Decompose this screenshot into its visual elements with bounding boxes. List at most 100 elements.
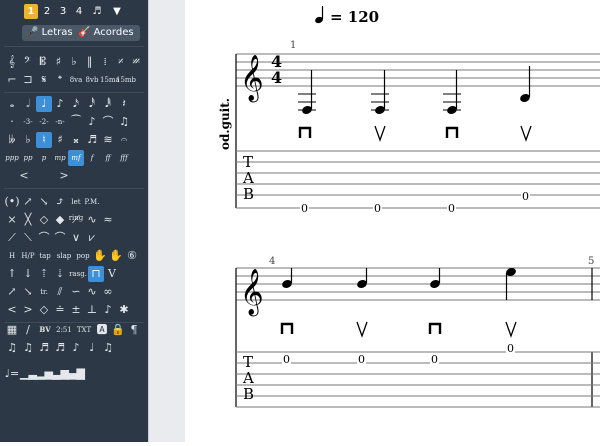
lock-icon[interactable]: 🔒 xyxy=(110,322,126,338)
pull-icon[interactable]: H/P xyxy=(20,248,36,264)
note[interactable] xyxy=(429,268,441,289)
treble-clef-icon[interactable]: 𝄞 xyxy=(4,54,20,70)
arpeggio-up-icon[interactable]: ⇡ xyxy=(36,266,52,282)
left-hand-icon[interactable]: ✋ xyxy=(92,248,108,264)
tab-fret[interactable]: 0 xyxy=(283,353,290,366)
beam-4-icon[interactable]: ♬ xyxy=(52,340,68,356)
note[interactable] xyxy=(371,70,389,115)
repeat-icon[interactable]: ⁞ xyxy=(97,54,113,70)
tap-icon[interactable]: tap xyxy=(36,248,54,264)
note[interactable] xyxy=(298,70,316,115)
tab-fret[interactable]: 0 xyxy=(374,202,381,215)
slide-out-icon[interactable]: ⟍ xyxy=(20,230,36,246)
coda-icon[interactable]: 𝄌 xyxy=(52,72,68,88)
pedal-icon[interactable]: ⊥ xyxy=(84,302,100,318)
decrescendo-icon[interactable]: > xyxy=(44,168,84,184)
dynamic-ppp[interactable]: ppp xyxy=(4,150,20,166)
grace-icon[interactable]: ♪ xyxy=(100,302,116,318)
tab-fret[interactable]: 0 xyxy=(301,202,308,215)
double-flat-icon[interactable]: 𝄫 xyxy=(4,132,20,148)
double-simile-icon[interactable]: 𝄏 xyxy=(129,54,145,70)
release-icon[interactable]: ↘ xyxy=(36,194,52,210)
score-canvas[interactable]: = 120 od.guit. 1 𝄞 4 4 T A B 0 0 0 0 4 5… xyxy=(185,0,600,442)
pull-off-icon[interactable]: ⌒ xyxy=(52,230,68,246)
bend-release-icon[interactable]: ⤴ xyxy=(52,194,68,210)
pickscrape-up-icon[interactable]: ↗ xyxy=(4,284,20,300)
quindicesima-down-icon[interactable]: 15mb xyxy=(116,72,136,88)
timer-icon[interactable]: 2:51 xyxy=(54,322,74,338)
sixtyfourth-note-icon[interactable]: 𝅘𝅥𝅱 xyxy=(100,96,116,112)
tab-fret[interactable]: 0 xyxy=(431,353,438,366)
beam-icon[interactable]: ♫ xyxy=(116,114,132,130)
pickscrape-down-icon[interactable]: ↘ xyxy=(20,284,36,300)
beam-2-icon[interactable]: ♫ xyxy=(20,340,36,356)
slap-icon[interactable]: slap xyxy=(54,248,74,264)
staccato-icon[interactable]: ≐ xyxy=(52,302,68,318)
paragraph-icon[interactable]: ¶ xyxy=(126,322,142,338)
dynamic-mf[interactable]: mf xyxy=(68,150,84,166)
tab-fret[interactable]: 0 xyxy=(358,353,365,366)
note[interactable] xyxy=(281,268,293,289)
volta-icon[interactable]: ⌐ xyxy=(4,72,20,88)
thirtysecond-note-icon[interactable]: 𝅘𝅥𝅰 xyxy=(84,96,100,112)
accent-icon[interactable]: < xyxy=(4,302,20,318)
chords-button[interactable]: 🎸 Acordes xyxy=(74,25,140,41)
text-icon[interactable]: TXT xyxy=(74,322,94,338)
arpeggio-icon[interactable]: ♩ xyxy=(84,340,100,356)
mixer-4-icon[interactable]: ▄▇ xyxy=(68,366,85,382)
dot-icon[interactable]: · xyxy=(4,114,20,130)
mixer-3-icon[interactable]: ▃▆ xyxy=(52,366,69,382)
sixteenth-note-icon[interactable]: 𝅘𝅥𝅯 xyxy=(68,96,84,112)
simile-icon[interactable]: 𝄎 xyxy=(113,54,129,70)
wide-vibrato-icon[interactable]: ≈ xyxy=(100,212,116,228)
triplet-icon[interactable]: -3- xyxy=(20,114,36,130)
tab-fret[interactable]: 0 xyxy=(507,342,514,355)
vibrato-icon[interactable]: ∿ xyxy=(84,212,100,228)
artificial-harmonic-icon[interactable]: ◆ xyxy=(52,212,68,228)
chord-icon[interactable]: ♬ xyxy=(84,132,100,148)
dynamic-fff[interactable]: fff xyxy=(116,150,132,166)
note[interactable] xyxy=(505,267,517,300)
palm-mute-icon[interactable]: P.M. xyxy=(84,194,100,210)
harmonic-icon[interactable]: ◇ xyxy=(36,212,52,228)
staccatissimo-icon[interactable]: ✱ xyxy=(116,302,132,318)
half-note-icon[interactable]: 𝅗𝅥 xyxy=(20,96,36,112)
audio-icon[interactable]: ♪ xyxy=(68,340,84,356)
note[interactable] xyxy=(356,268,368,289)
note[interactable] xyxy=(443,70,461,115)
ghost-note-icon[interactable]: (•) xyxy=(4,194,20,210)
beam-1-icon[interactable]: ♫ xyxy=(4,340,20,356)
instrument-name[interactable]: od.guit. xyxy=(218,98,232,150)
text-box-icon[interactable]: 🅰 xyxy=(94,322,110,338)
tempo-marking[interactable]: = 120 xyxy=(314,6,379,26)
lyrics-button[interactable]: 🎤 Letras xyxy=(22,25,79,41)
string-number-icon[interactable]: ⑥ xyxy=(124,248,140,264)
stroke-up-icon[interactable]: ↑ xyxy=(4,266,20,282)
crescendo-icon[interactable]: < xyxy=(4,168,44,184)
octave-down-icon[interactable]: 8vb xyxy=(84,72,100,88)
dynamic-mp[interactable]: mp xyxy=(52,150,68,166)
dynamic-f[interactable]: f xyxy=(84,150,100,166)
let-ring-icon[interactable]: let ring xyxy=(68,194,84,222)
slur-icon[interactable]: ⌒ xyxy=(100,114,116,130)
octave-up-icon[interactable]: 8va xyxy=(68,72,84,88)
mixer-1-icon[interactable]: ▁▃ xyxy=(20,366,37,382)
tab-fret[interactable]: 0 xyxy=(448,202,455,215)
chevron-down-icon[interactable]: ▼ xyxy=(110,4,124,19)
bass-clef-icon[interactable]: 𝄢 xyxy=(20,54,36,70)
dynamic-pp[interactable]: pp xyxy=(20,150,36,166)
upstroke-icon[interactable]: V xyxy=(104,266,120,282)
slash-icon[interactable]: / xyxy=(20,322,36,338)
slide-icon[interactable]: ⟋ xyxy=(68,212,84,228)
pop-icon[interactable]: pop xyxy=(74,248,92,264)
right-hand-icon[interactable]: ✋ xyxy=(108,248,124,264)
tremolo-icon[interactable]: ≋ xyxy=(100,132,116,148)
voice-4-button[interactable]: 4 xyxy=(72,4,86,19)
segno-icon[interactable]: 𝄋 xyxy=(36,72,52,88)
rasgueado-icon[interactable]: rasg. xyxy=(68,266,88,282)
tenuto-icon[interactable]: ◇ xyxy=(36,302,52,318)
bend-icon[interactable]: ↗ xyxy=(20,194,36,210)
voice-1-button[interactable]: 1 xyxy=(24,4,38,19)
hammer-on-icon[interactable]: ⌒ xyxy=(36,230,52,246)
note[interactable] xyxy=(519,66,531,103)
